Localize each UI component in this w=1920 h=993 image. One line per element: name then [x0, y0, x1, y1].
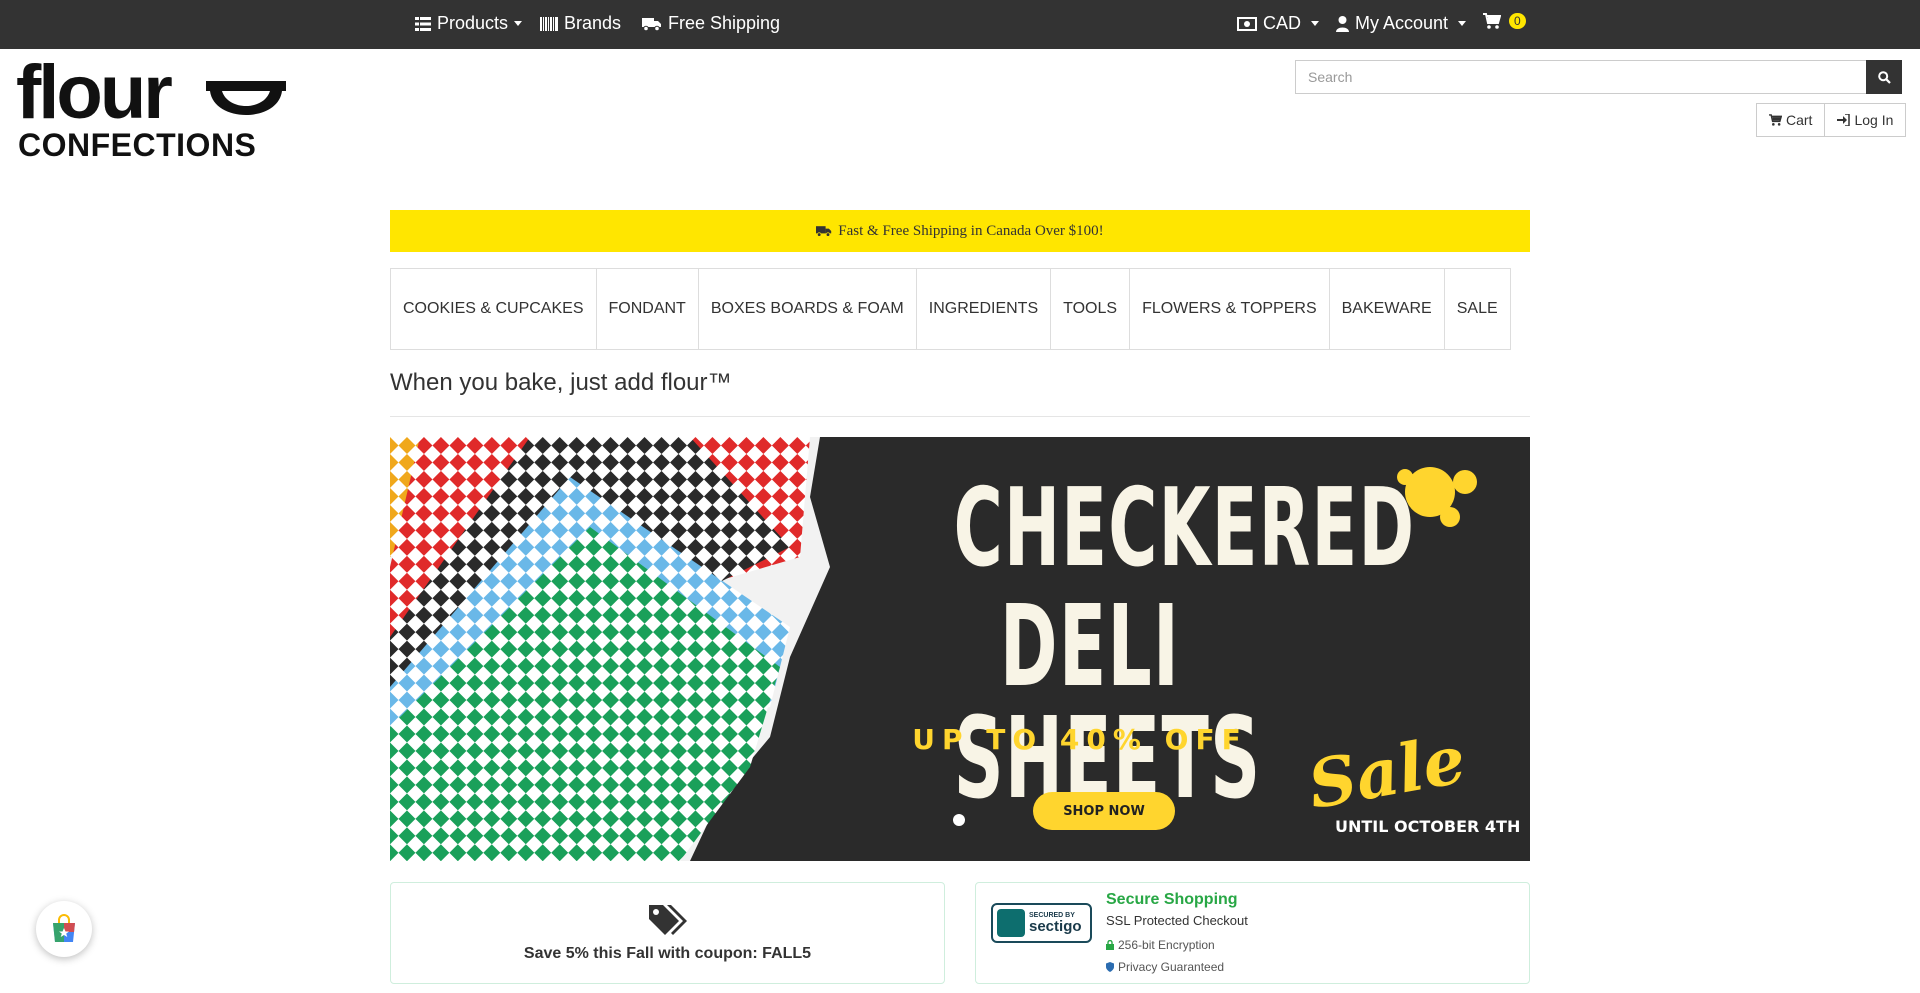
- site-logo[interactable]: flour CONFECTIONS: [16, 50, 288, 165]
- products-menu[interactable]: Products: [415, 13, 523, 34]
- currency-menu[interactable]: CAD: [1237, 13, 1320, 34]
- privacy-text: Privacy Guaranteed: [1118, 960, 1225, 974]
- cart-button-label: Cart: [1786, 112, 1813, 128]
- cart-icon: [1483, 13, 1501, 29]
- sectigo-logo-icon: [997, 909, 1025, 937]
- category-tools[interactable]: TOOLS: [1051, 269, 1131, 349]
- brands-label: Brands: [564, 13, 622, 33]
- my-account-menu[interactable]: My Account: [1336, 13, 1467, 34]
- hero-banner[interactable]: CHECKERED DELI SHEETS UP TO 40% OFF SHOP…: [390, 437, 1530, 861]
- lock-icon: [1106, 940, 1114, 950]
- category-ingredients[interactable]: INGREDIENTS: [917, 269, 1052, 349]
- currency-label: CAD: [1263, 13, 1302, 33]
- category-flowers-toppers[interactable]: FLOWERS & TOPPERS: [1130, 269, 1330, 349]
- user-icon: [1336, 15, 1349, 32]
- search-input[interactable]: [1295, 60, 1866, 94]
- list-icon: [415, 16, 431, 31]
- secure-shopping-box: SECURED BY sectigo Secure Shopping SSL P…: [975, 882, 1530, 984]
- hero-line-1: CHECKERED: [953, 466, 1416, 591]
- category-boxes-boards-foam[interactable]: BOXES BOARDS & FOAM: [699, 269, 917, 349]
- category-nav: COOKIES & CUPCAKES FONDANT BOXES BOARDS …: [390, 268, 1511, 350]
- header-button-group: Cart Log In: [1756, 103, 1907, 137]
- hero-line-2: DELI SHEETS: [953, 582, 1262, 824]
- my-account-label: My Account: [1355, 13, 1449, 33]
- category-fondant[interactable]: FONDANT: [597, 269, 699, 349]
- login-button-label: Log In: [1854, 112, 1894, 128]
- free-shipping-label: Free Shipping: [668, 13, 781, 33]
- shop-now-button[interactable]: SHOP NOW: [1033, 792, 1175, 830]
- sectigo-badge[interactable]: SECURED BY sectigo: [991, 903, 1092, 943]
- secure-shopping-subtitle: SSL Protected Checkout: [1106, 913, 1248, 928]
- top-navbar: Products Brands Free Shipping CAD My Acc…: [0, 0, 1920, 49]
- hero-until-date: UNTIL OCTOBER 4TH: [1335, 817, 1521, 836]
- products-label: Products: [437, 13, 509, 33]
- search-icon: [1877, 70, 1891, 84]
- search-button[interactable]: [1866, 60, 1902, 94]
- shield-icon: [1106, 962, 1114, 972]
- logo-word-flour: flour: [16, 50, 173, 135]
- coupon-text: Save 5% this Fall with coupon: FALL5: [523, 945, 812, 962]
- coupon-box: Save 5% this Fall with coupon: FALL5: [390, 882, 945, 984]
- encryption-text: 256-bit Encryption: [1118, 938, 1215, 952]
- truck-icon: [642, 17, 661, 31]
- sign-in-icon: [1837, 114, 1851, 126]
- hero-headline: CHECKERED DELI SHEETS: [870, 466, 1416, 824]
- money-icon: [1237, 16, 1257, 31]
- category-bakeware[interactable]: BAKEWARE: [1330, 269, 1445, 349]
- shopping-bag-icon: [53, 914, 75, 942]
- brands-link[interactable]: Brands: [540, 13, 621, 34]
- logo-word-confections: CONFECTIONS: [18, 127, 257, 163]
- hero-discount: UP TO 40% OFF: [912, 723, 1248, 756]
- cart-menu[interactable]: 0: [1483, 13, 1526, 29]
- shipping-banner-text: Fast & Free Shipping in Canada Over $100…: [838, 222, 1104, 239]
- tags-icon: [649, 905, 687, 935]
- carousel-indicator[interactable]: [953, 814, 965, 826]
- cart-icon: [1769, 114, 1782, 126]
- cart-count-badge: 0: [1509, 13, 1526, 29]
- divider: [390, 416, 1530, 417]
- category-sale[interactable]: SALE: [1445, 269, 1510, 349]
- shipping-banner[interactable]: Fast & Free Shipping in Canada Over $100…: [390, 210, 1530, 252]
- privacy-line: Privacy Guaranteed: [1106, 960, 1224, 974]
- chevron-down-icon: [514, 21, 523, 26]
- login-button[interactable]: Log In: [1825, 103, 1907, 137]
- encryption-line: 256-bit Encryption: [1106, 938, 1215, 952]
- sectigo-brand: sectigo: [1029, 918, 1082, 935]
- page-tagline: When you bake, just add flour™: [390, 369, 732, 396]
- cart-button[interactable]: Cart: [1756, 103, 1826, 137]
- search-bar: [1295, 60, 1902, 94]
- floating-shop-badge[interactable]: [36, 901, 92, 957]
- chevron-down-icon: [1311, 21, 1320, 26]
- barcode-icon: [540, 16, 558, 31]
- free-shipping-link[interactable]: Free Shipping: [642, 13, 780, 34]
- category-cookies-cupcakes[interactable]: COOKIES & CUPCAKES: [391, 269, 597, 349]
- truck-icon: [816, 226, 832, 237]
- logo-smile-icon: [206, 81, 286, 115]
- secure-shopping-title: Secure Shopping: [1106, 891, 1238, 908]
- chevron-down-icon: [1458, 21, 1467, 26]
